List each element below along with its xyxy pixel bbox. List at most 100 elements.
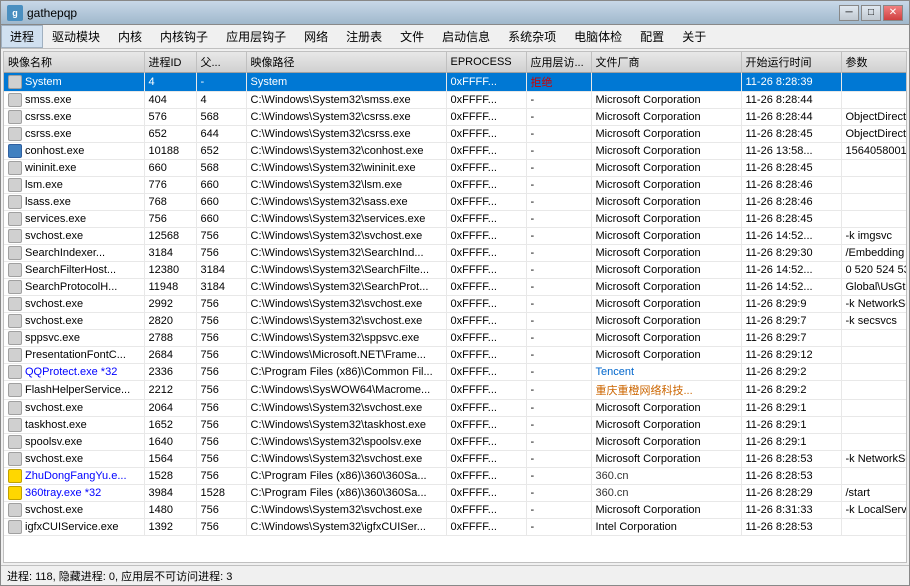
process-pid: 3184: [144, 245, 196, 262]
process-pid: 2212: [144, 381, 196, 400]
table-row[interactable]: svchost.exe2820756C:\Windows\System32\sv…: [4, 313, 907, 330]
table-row[interactable]: SearchProtocolH...119483184C:\Windows\Sy…: [4, 279, 907, 296]
process-name-cell: igfxCUIService.exe: [4, 519, 144, 536]
table-row[interactable]: SearchIndexer...3184756C:\Windows\System…: [4, 245, 907, 262]
process-name-cell: lsm.exe: [4, 177, 144, 194]
col-header-applacc[interactable]: 应用层访...: [526, 52, 591, 73]
process-name: ZhuDongFangYu.e...: [25, 470, 127, 482]
col-header-vendor[interactable]: 文件厂商: [591, 52, 741, 73]
col-header-path[interactable]: 映像路径: [246, 52, 446, 73]
table-row[interactable]: svchost.exe1564756C:\Windows\System32\sv…: [4, 451, 907, 468]
col-header-params[interactable]: 参数: [841, 52, 907, 73]
table-row[interactable]: taskhost.exe1652756C:\Windows\System32\t…: [4, 417, 907, 434]
table-row[interactable]: services.exe756660C:\Windows\System32\se…: [4, 211, 907, 228]
table-row[interactable]: sppsvc.exe2788756C:\Windows\System32\spp…: [4, 330, 907, 347]
table-row[interactable]: svchost.exe2064756C:\Windows\System32\sv…: [4, 400, 907, 417]
process-pid: 2992: [144, 296, 196, 313]
process-applacc: -: [526, 468, 591, 485]
table-row[interactable]: igfxCUIService.exe1392756C:\Windows\Syst…: [4, 519, 907, 536]
table-body: System4-System0xFFFF...拒绝11-26 8:28:39sm…: [4, 73, 907, 536]
process-eprocess: 0xFFFF...: [446, 434, 526, 451]
table-row[interactable]: csrss.exe576568C:\Windows\System32\csrss…: [4, 109, 907, 126]
process-path: C:\Windows\System32\SearchInd...: [246, 245, 446, 262]
process-table-container[interactable]: 映像名称 进程ID 父... 映像路径 EPROCESS 应用层访... 文件厂…: [3, 51, 907, 563]
table-row[interactable]: FlashHelperService...2212756C:\Windows\S…: [4, 381, 907, 400]
close-button[interactable]: ✕: [883, 5, 903, 21]
app-icon: g: [7, 5, 23, 21]
process-eprocess: 0xFFFF...: [446, 417, 526, 434]
process-pid: 776: [144, 177, 196, 194]
process-eprocess: 0xFFFF...: [446, 502, 526, 519]
menu-item-内核[interactable]: 内核: [109, 25, 151, 48]
table-row[interactable]: wininit.exe660568C:\Windows\System32\win…: [4, 160, 907, 177]
table-row[interactable]: svchost.exe2992756C:\Windows\System32\sv…: [4, 296, 907, 313]
process-name-cell: ZhuDongFangYu.e...: [4, 468, 144, 485]
process-params: -k LocalService.: [841, 502, 907, 519]
menu-item-系统杂项[interactable]: 系统杂项: [499, 25, 565, 48]
table-row[interactable]: conhost.exe10188652C:\Windows\System32\c…: [4, 143, 907, 160]
process-pid: 576: [144, 109, 196, 126]
table-row[interactable]: lsass.exe768660C:\Windows\System32\sass.…: [4, 194, 907, 211]
maximize-button[interactable]: □: [861, 5, 881, 21]
menu-item-启动信息[interactable]: 启动信息: [433, 25, 499, 48]
menu-item-进程[interactable]: 进程: [1, 25, 43, 48]
table-row[interactable]: SearchFilterHost...123803184C:\Windows\S…: [4, 262, 907, 279]
table-row[interactable]: 360tray.exe *3239841528C:\Program Files …: [4, 485, 907, 502]
process-starttime: 11-26 14:52...: [741, 228, 841, 245]
col-header-name[interactable]: 映像名称: [4, 52, 144, 73]
table-row[interactable]: svchost.exe1480756C:\Windows\System32\sv…: [4, 502, 907, 519]
process-vendor: Microsoft Corporation: [591, 347, 741, 364]
table-row[interactable]: csrss.exe652644C:\Windows\System32\csrss…: [4, 126, 907, 143]
process-parent: -: [196, 73, 246, 92]
process-icon: [8, 348, 22, 362]
process-path: C:\Windows\System32\SearchProt...: [246, 279, 446, 296]
menu-item-应用层钩子[interactable]: 应用层钩子: [217, 25, 295, 48]
process-eprocess: 0xFFFF...: [446, 109, 526, 126]
table-row[interactable]: smss.exe4044C:\Windows\System32\smss.exe…: [4, 92, 907, 109]
table-row[interactable]: lsm.exe776660C:\Windows\System32\lsm.exe…: [4, 177, 907, 194]
process-starttime: 11-26 13:58...: [741, 143, 841, 160]
process-params: -k imgsvc: [841, 228, 907, 245]
process-path: C:\Windows\System32\svchost.exe: [246, 313, 446, 330]
table-row[interactable]: QQProtect.exe *322336756C:\Program Files…: [4, 364, 907, 381]
process-path: C:\Program Files (x86)\360\360Sa...: [246, 485, 446, 502]
process-icon: [8, 144, 22, 158]
process-eprocess: 0xFFFF...: [446, 262, 526, 279]
menu-item-驱动模块[interactable]: 驱动模块: [43, 25, 109, 48]
menu-item-文件[interactable]: 文件: [391, 25, 433, 48]
minimize-button[interactable]: ─: [839, 5, 859, 21]
process-eprocess: 0xFFFF...: [446, 194, 526, 211]
process-name: System: [25, 76, 62, 88]
col-header-parent[interactable]: 父...: [196, 52, 246, 73]
process-parent: 756: [196, 245, 246, 262]
process-eprocess: 0xFFFF...: [446, 160, 526, 177]
table-row[interactable]: ZhuDongFangYu.e...1528756C:\Program File…: [4, 468, 907, 485]
menu-item-内核钩子[interactable]: 内核钩子: [151, 25, 217, 48]
process-vendor: Microsoft Corporation: [591, 279, 741, 296]
process-starttime: 11-26 8:28:29: [741, 485, 841, 502]
table-row[interactable]: System4-System0xFFFF...拒绝11-26 8:28:39: [4, 73, 907, 92]
process-parent: 756: [196, 519, 246, 536]
table-row[interactable]: PresentationFontC...2684756C:\Windows\Mi…: [4, 347, 907, 364]
process-icon: [8, 280, 22, 294]
col-header-eprocess[interactable]: EPROCESS: [446, 52, 526, 73]
process-path: C:\Windows\System32\wininit.exe: [246, 160, 446, 177]
table-row[interactable]: svchost.exe12568756C:\Windows\System32\s…: [4, 228, 907, 245]
menu-item-关于[interactable]: 关于: [673, 25, 715, 48]
process-vendor: Microsoft Corporation: [591, 313, 741, 330]
process-path: C:\Windows\System32\taskhost.exe: [246, 417, 446, 434]
menu-item-电脑体检[interactable]: 电脑体检: [565, 25, 631, 48]
table-row[interactable]: spoolsv.exe1640756C:\Windows\System32\sp…: [4, 434, 907, 451]
process-params: [841, 92, 907, 109]
col-header-starttime[interactable]: 开始运行时间: [741, 52, 841, 73]
process-applacc: -: [526, 347, 591, 364]
menu-item-配置[interactable]: 配置: [631, 25, 673, 48]
process-parent: 756: [196, 347, 246, 364]
process-path: C:\Windows\System32\svchost.exe: [246, 296, 446, 313]
menu-item-注册表[interactable]: 注册表: [337, 25, 391, 48]
menu-item-网络[interactable]: 网络: [295, 25, 337, 48]
process-pid: 11948: [144, 279, 196, 296]
process-name-cell: spoolsv.exe: [4, 434, 144, 451]
col-header-pid[interactable]: 进程ID: [144, 52, 196, 73]
process-vendor: Microsoft Corporation: [591, 451, 741, 468]
